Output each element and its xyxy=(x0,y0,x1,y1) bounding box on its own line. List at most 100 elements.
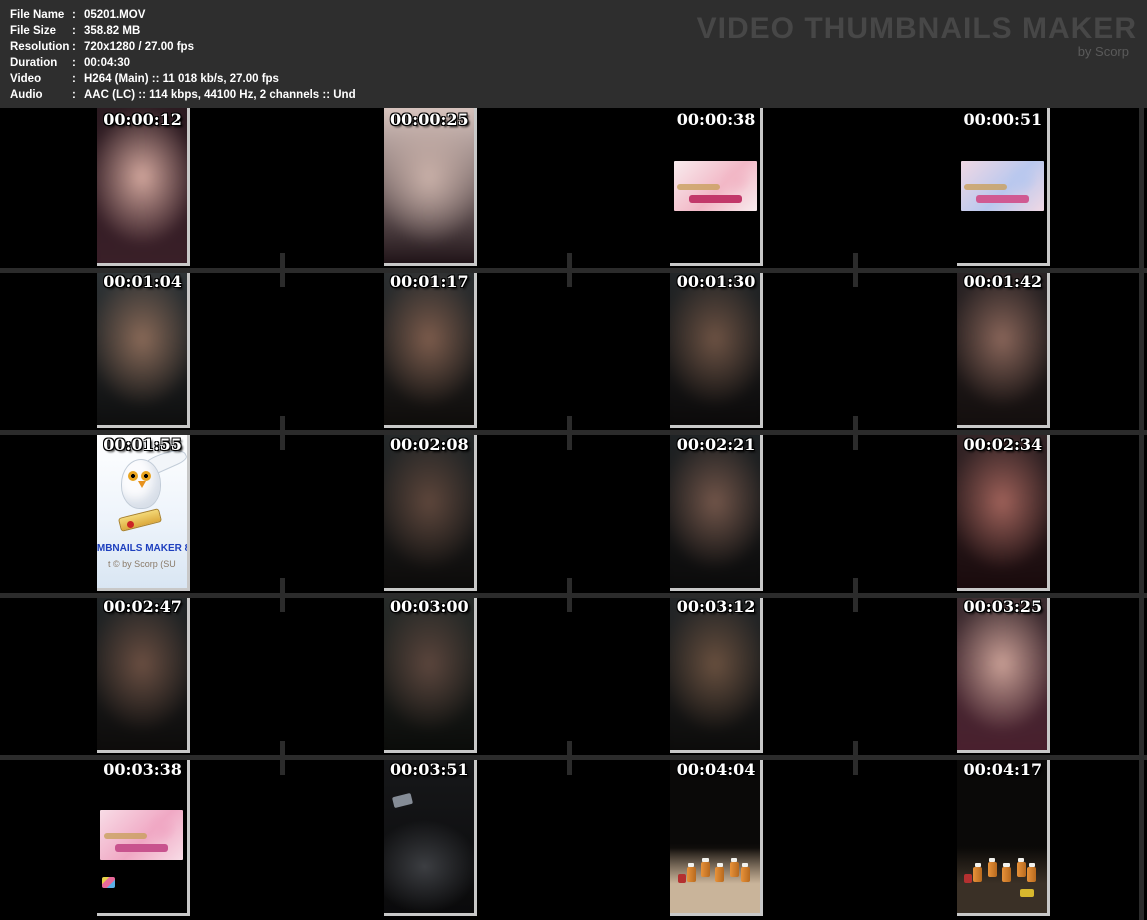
bottle-graphic xyxy=(701,862,710,877)
app-watermark: VIDEO THUMBNAILS MAKER by Scorp xyxy=(697,13,1137,59)
bottle-cap-graphic xyxy=(688,863,694,867)
timestamp-label: 00:01:04 xyxy=(103,272,182,291)
video-frame: 00:01:04 xyxy=(97,270,190,428)
thumbnail-cell: 00:02:47 xyxy=(0,595,287,757)
file-info-row: File Name : 05201.MOV xyxy=(10,7,356,23)
info-value: 00:04:30 xyxy=(84,55,130,71)
grid-tick-line xyxy=(280,253,285,287)
video-frame: 00:00:25 xyxy=(384,108,477,266)
banner-title-band xyxy=(115,844,168,852)
thumbnail-cell: 00:01:04 xyxy=(0,270,287,432)
banner-stripe xyxy=(677,184,720,190)
info-header-bar: File Name : 05201.MOV File Size : 358.82… xyxy=(0,0,1147,108)
abstract-photo-placeholder xyxy=(957,595,1050,753)
info-separator: : xyxy=(72,71,84,87)
banner-art-blob xyxy=(1006,164,1037,194)
thumbnail-cell: MBNAILS MAKER 8t © by Scorp (SU00:01:55 xyxy=(0,433,287,595)
video-frame: 00:02:08 xyxy=(384,433,477,591)
grid-tick-line xyxy=(280,578,285,612)
abstract-photo-placeholder xyxy=(957,433,1050,591)
banner-art-blob xyxy=(146,813,177,843)
vtm-copyright-text: t © by Scorp (SU xyxy=(97,559,187,569)
banner-stripe xyxy=(104,833,147,839)
video-frame: 00:03:00 xyxy=(384,595,477,753)
bottle-cap-graphic xyxy=(975,863,981,867)
bottle-graphic xyxy=(730,862,739,877)
grid-tick-line xyxy=(853,416,858,450)
thumbnail-cell: 00:03:12 xyxy=(574,595,861,757)
timestamp-label: 00:01:30 xyxy=(677,272,756,291)
abstract-photo-placeholder xyxy=(670,433,763,591)
grid-tick-line xyxy=(853,741,858,775)
abstract-photo-placeholder xyxy=(97,270,190,428)
bottle-cap-graphic xyxy=(731,858,737,862)
thumbnail-cell: 00:01:17 xyxy=(287,270,574,432)
video-frame: 00:04:17 xyxy=(957,758,1050,916)
app-watermark-title: VIDEO THUMBNAILS MAKER xyxy=(697,13,1137,44)
grid-tick-line xyxy=(280,416,285,450)
abstract-photo-placeholder xyxy=(670,595,763,753)
timestamp-label: 00:01:42 xyxy=(964,272,1043,291)
row-divider-line xyxy=(0,593,1147,598)
owl-eye-icon xyxy=(128,471,138,481)
bottle-graphic xyxy=(1027,867,1036,882)
thumbnail-grid: 00:00:1200:00:2500:00:3800:00:5100:01:04… xyxy=(0,108,1147,920)
video-frame: 00:01:42 xyxy=(957,270,1050,428)
bottle-cap-graphic xyxy=(989,858,995,862)
row-divider-line xyxy=(0,755,1147,760)
grid-tick-line xyxy=(567,416,572,450)
bottle-cap-graphic xyxy=(702,858,708,862)
timestamp-label: 00:00:51 xyxy=(964,110,1043,129)
thumbnail-cell: 00:00:25 xyxy=(287,108,574,270)
bottle-graphic xyxy=(1002,867,1011,882)
grid-tick-line xyxy=(853,578,858,612)
video-frame: 00:04:04 xyxy=(670,758,763,916)
timestamp-label: 00:02:21 xyxy=(677,435,756,454)
ad-banner-graphic xyxy=(961,161,1044,211)
file-info-row: Audio : AAC (LC) :: 114 kbps, 44100 Hz, … xyxy=(10,87,356,103)
abstract-photo-placeholder xyxy=(384,270,477,428)
ad-banner-graphic xyxy=(674,161,757,211)
bottle-cap-graphic xyxy=(742,863,748,867)
red-box-graphic xyxy=(964,874,972,883)
row-divider-line xyxy=(0,268,1147,273)
video-frame: 00:00:12 xyxy=(97,108,190,266)
thumbnail-cell: 00:01:42 xyxy=(860,270,1147,432)
abstract-photo-placeholder xyxy=(97,108,190,266)
bottle-cap-graphic xyxy=(1029,863,1035,867)
video-frame: 00:00:51 xyxy=(957,108,1050,266)
file-info-block: File Name : 05201.MOV File Size : 358.82… xyxy=(10,7,356,103)
file-info-row: Resolution : 720x1280 / 27.00 fps xyxy=(10,39,356,55)
info-separator: : xyxy=(72,39,84,55)
app-watermark-subtitle: by Scorp xyxy=(697,44,1129,59)
timestamp-label: 00:03:25 xyxy=(964,597,1043,616)
timestamp-label: 00:04:04 xyxy=(677,760,756,779)
video-frame: MBNAILS MAKER 8t © by Scorp (SU00:01:55 xyxy=(97,433,190,591)
banner-title-band xyxy=(689,195,742,203)
file-info-row: Video : H264 (Main) :: 11 018 kb/s, 27.0… xyxy=(10,71,356,87)
owl-eye-icon xyxy=(141,471,151,481)
timestamp-label: 00:03:12 xyxy=(677,597,756,616)
thumbnail-cell: 00:02:34 xyxy=(860,433,1147,595)
video-frame: 00:01:30 xyxy=(670,270,763,428)
video-frame: 00:03:25 xyxy=(957,595,1050,753)
info-label: File Name xyxy=(10,7,72,23)
thumbnail-cell: 00:03:00 xyxy=(287,595,574,757)
info-value: 358.82 MB xyxy=(84,23,140,39)
abstract-photo-placeholder xyxy=(384,108,477,266)
bottle-graphic xyxy=(1017,862,1026,877)
timestamp-label: 00:02:34 xyxy=(964,435,1043,454)
owl-beak-graphic xyxy=(138,481,146,488)
timestamp-label: 00:02:08 xyxy=(390,435,469,454)
yellow-packet-graphic xyxy=(1020,889,1034,897)
info-separator: : xyxy=(72,55,84,71)
info-value: AAC (LC) :: 114 kbps, 44100 Hz, 2 channe… xyxy=(84,87,356,103)
bottle-graphic xyxy=(687,867,696,882)
abstract-photo-placeholder xyxy=(384,595,477,753)
abstract-photo-placeholder xyxy=(670,270,763,428)
video-frame: 00:01:17 xyxy=(384,270,477,428)
abstract-photo-placeholder xyxy=(97,595,190,753)
timestamp-label: 00:00:25 xyxy=(390,110,469,129)
ad-banner-graphic xyxy=(100,810,183,860)
abstract-photo-placeholder xyxy=(957,270,1050,428)
